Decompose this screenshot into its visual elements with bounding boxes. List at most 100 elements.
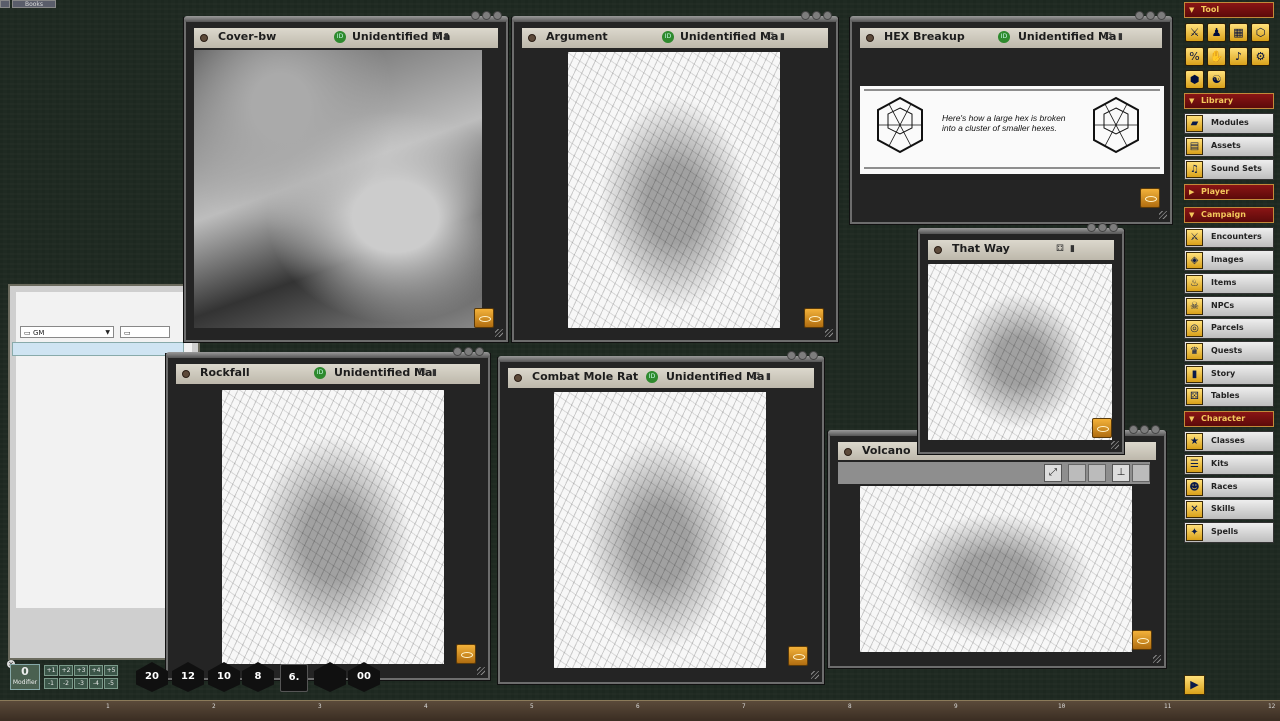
- id-icon[interactable]: ID: [646, 371, 658, 383]
- hotkey-3[interactable]: 3: [318, 703, 322, 710]
- resize-handle[interactable]: [811, 671, 819, 679]
- resize-handle[interactable]: [477, 667, 485, 675]
- link-icon[interactable]: [934, 246, 942, 254]
- hotkey-2[interactable]: 2: [212, 703, 216, 710]
- chat-identity-select[interactable]: ▭ GM ▼: [20, 326, 114, 338]
- die-d6[interactable]: 6.: [280, 664, 308, 692]
- help-icon[interactable]: [1087, 223, 1096, 232]
- hotkey-11[interactable]: 11: [1164, 703, 1171, 710]
- fit-icon[interactable]: ⤢: [1044, 464, 1062, 482]
- hotkey-9[interactable]: 9: [954, 703, 958, 710]
- link-icon[interactable]: [182, 370, 190, 378]
- music-icon[interactable]: ♪: [1229, 47, 1248, 66]
- dice-icon[interactable]: ⚃: [1104, 32, 1112, 42]
- resize-handle[interactable]: [1111, 441, 1119, 449]
- share-button[interactable]: [474, 308, 494, 328]
- id-icon[interactable]: ID: [334, 31, 346, 43]
- campaign-encounters[interactable]: ⚔ Encounters: [1184, 227, 1274, 248]
- link-icon[interactable]: [866, 34, 874, 42]
- hotkey-6[interactable]: 6: [636, 703, 640, 710]
- mod-plus-5[interactable]: +5: [104, 665, 118, 676]
- help-icon[interactable]: [471, 11, 480, 20]
- dice-icon[interactable]: ⚃: [766, 32, 774, 42]
- campaign-npcs[interactable]: ☠ NPCs: [1184, 296, 1274, 317]
- mod-minus-4[interactable]: -4: [89, 678, 103, 689]
- link-icon[interactable]: [514, 374, 522, 382]
- library-sound-sets[interactable]: ♫ Sound Sets: [1184, 159, 1274, 180]
- help-icon[interactable]: [1129, 425, 1138, 434]
- link-icon[interactable]: [528, 34, 536, 42]
- section-character[interactable]: Character: [1184, 411, 1274, 427]
- link-icon[interactable]: [200, 34, 208, 42]
- image-window-cover-bw[interactable]: Cover-bw ID Unidentified Ma ⚃ ▮: [184, 11, 508, 342]
- hotkey-5[interactable]: 5: [530, 703, 534, 710]
- image-window-argument[interactable]: Argument ID Unidentified Ma ⚃ ▮: [512, 11, 838, 342]
- top-tab-blank[interactable]: [0, 0, 10, 8]
- link-icon[interactable]: [844, 448, 852, 456]
- campaign-tables[interactable]: ⚄ Tables: [1184, 386, 1274, 407]
- erase-icon[interactable]: [1088, 464, 1106, 482]
- lock-icon[interactable]: ▮: [1118, 32, 1126, 42]
- lock-icon[interactable]: ▮: [432, 368, 440, 378]
- image-window-combat-mole-rat[interactable]: Combat Mole Rat ID Unidentified Ma ⚃ ▮: [498, 351, 824, 684]
- character-skills[interactable]: ✕ Skills: [1184, 499, 1274, 520]
- mod-minus-3[interactable]: -3: [74, 678, 88, 689]
- library-assets[interactable]: ▤ Assets: [1184, 136, 1274, 157]
- effects-icon[interactable]: ✋: [1207, 47, 1226, 66]
- mod-plus-4[interactable]: +4: [89, 665, 103, 676]
- image-window-that-way[interactable]: That Way ⚃ ▮: [918, 223, 1124, 454]
- share-button[interactable]: [1140, 188, 1160, 208]
- minimize-icon[interactable]: [1140, 425, 1149, 434]
- close-icon[interactable]: [1151, 425, 1160, 434]
- close-icon[interactable]: [475, 347, 484, 356]
- hotkey-1[interactable]: 1: [106, 703, 110, 710]
- close-icon[interactable]: [1109, 223, 1118, 232]
- modifier-box[interactable]: 0 Modifier: [10, 664, 40, 690]
- dice-tower-icon[interactable]: ⬢: [1185, 70, 1204, 89]
- minimize-icon[interactable]: [482, 11, 491, 20]
- lock-icon[interactable]: ▮: [1070, 244, 1078, 254]
- lock-icon[interactable]: ▮: [444, 32, 452, 42]
- share-button[interactable]: [1132, 630, 1152, 650]
- minimize-icon[interactable]: [798, 351, 807, 360]
- mod-minus-1[interactable]: -1: [44, 678, 58, 689]
- close-icon[interactable]: [809, 351, 818, 360]
- close-icon[interactable]: [493, 11, 502, 20]
- resize-handle[interactable]: [1153, 655, 1161, 663]
- chat-input[interactable]: [12, 342, 184, 356]
- party-sheet-icon[interactable]: ♟: [1207, 23, 1226, 42]
- assistant-icon[interactable]: ☯: [1207, 70, 1226, 89]
- share-button[interactable]: [788, 646, 808, 666]
- image-window-rockfall[interactable]: Rockfall ID Unidentified Ma ⚃ ▮: [166, 347, 490, 680]
- campaign-quests[interactable]: ♛ Quests: [1184, 341, 1274, 362]
- lock-icon[interactable]: ▮: [766, 372, 774, 382]
- hotkey-4[interactable]: 4: [424, 703, 428, 710]
- campaign-story[interactable]: ▮ Story: [1184, 364, 1274, 385]
- id-icon[interactable]: ID: [662, 31, 674, 43]
- character-kits[interactable]: ☰ Kits: [1184, 454, 1274, 475]
- campaign-parcels[interactable]: ◎ Parcels: [1184, 318, 1274, 339]
- draw-icon[interactable]: [1068, 464, 1086, 482]
- help-icon[interactable]: [1135, 11, 1144, 20]
- section-player[interactable]: Player: [1184, 184, 1274, 200]
- character-races[interactable]: ☻ Races: [1184, 477, 1274, 498]
- campaign-items[interactable]: ♨ Items: [1184, 273, 1274, 294]
- section-tool[interactable]: Tool: [1184, 2, 1274, 18]
- calendar-icon[interactable]: ▦: [1229, 23, 1248, 42]
- gear-icon[interactable]: ⚙: [1251, 47, 1270, 66]
- library-modules[interactable]: ▰ Modules: [1184, 113, 1274, 134]
- play-icon[interactable]: ▶: [1184, 675, 1205, 695]
- window-titlebar[interactable]: That Way ⚃ ▮: [928, 240, 1114, 260]
- minimize-icon[interactable]: [464, 347, 473, 356]
- hotkey-10[interactable]: 10: [1058, 703, 1065, 710]
- minimize-icon[interactable]: [1146, 11, 1155, 20]
- resize-handle[interactable]: [825, 329, 833, 337]
- window-titlebar[interactable]: Argument ID Unidentified Ma ⚃ ▮: [522, 28, 828, 48]
- top-tab-books[interactable]: Books: [12, 0, 56, 8]
- section-library[interactable]: Library: [1184, 93, 1274, 109]
- window-titlebar[interactable]: HEX Breakup ID Unidentified Ma ⚃ ▮: [860, 28, 1162, 48]
- resize-handle[interactable]: [1159, 211, 1167, 219]
- modifiers-icon[interactable]: %: [1185, 47, 1204, 66]
- mod-plus-2[interactable]: +2: [59, 665, 73, 676]
- share-button[interactable]: [804, 308, 824, 328]
